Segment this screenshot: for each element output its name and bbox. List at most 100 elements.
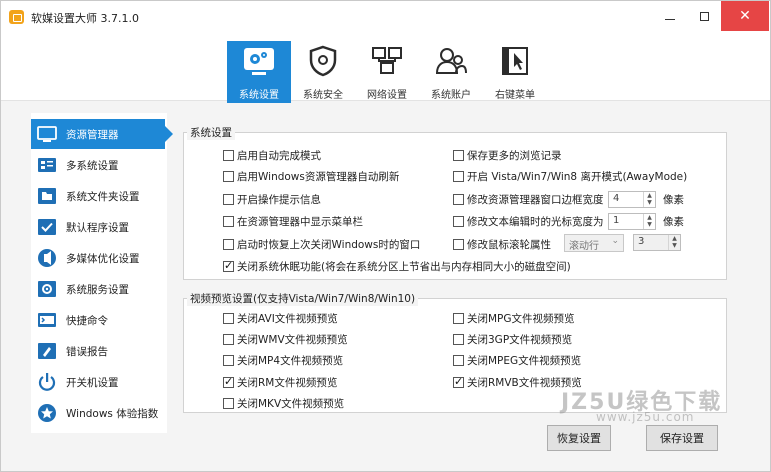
- checkbox[interactable]: [453, 216, 464, 227]
- folder-icon: [37, 186, 57, 206]
- option-label: 关闭RM文件视频预览: [237, 377, 338, 389]
- checkbox[interactable]: [223, 398, 234, 409]
- option-mouse-wheel[interactable]: 修改鼠标滚轮属性: [453, 237, 551, 252]
- tab-network-settings[interactable]: 网络设置: [355, 41, 419, 103]
- app-window: 软媒设置大师 3.7.1.0 ✕ 系统设置 系统安全 网络设置 系统账户 右键菜…: [0, 0, 771, 472]
- checkbox-checked[interactable]: [223, 259, 234, 272]
- option-avi-preview[interactable]: 关闭AVI文件视频预览: [223, 311, 338, 326]
- sidebar-item-command[interactable]: 快捷命令: [31, 305, 167, 335]
- wheel-mode-value: 滚动行: [569, 241, 599, 252]
- sidebar-item-service[interactable]: 系统服务设置: [31, 274, 167, 304]
- sidebar-item-power[interactable]: 开关机设置: [31, 367, 167, 397]
- explorer-icon: [37, 124, 57, 144]
- cursor-width-stepper[interactable]: 1 ▲ ▼: [608, 213, 656, 230]
- checkbox[interactable]: [453, 194, 464, 205]
- option-label: 启用自动完成模式: [237, 150, 321, 162]
- checkbox[interactable]: [453, 334, 464, 345]
- checkbox[interactable]: [453, 355, 464, 366]
- checkbox[interactable]: [223, 334, 234, 345]
- wheel-lines-value: 3: [638, 236, 645, 247]
- checkbox[interactable]: [223, 355, 234, 366]
- option-3gp-preview[interactable]: 关闭3GP文件视频预览: [453, 332, 572, 347]
- cursor-menu-icon: [497, 43, 533, 79]
- spin-arrows-icon[interactable]: ▲ ▼: [668, 235, 680, 250]
- option-rm-preview[interactable]: 关闭RM文件视频预览: [223, 375, 337, 390]
- minimize-button[interactable]: [653, 1, 687, 31]
- option-away-mode[interactable]: 开启 Vista/Win7/Win8 离开模式(AwayMode): [453, 169, 687, 184]
- sidebar-item-experience-index[interactable]: Windows 体验指数: [31, 398, 167, 428]
- option-mkv-preview[interactable]: 关闭MKV文件视频预览: [223, 396, 344, 411]
- sidebar-item-system-folder[interactable]: 系统文件夹设置: [31, 181, 167, 211]
- maximize-button[interactable]: [687, 1, 721, 31]
- option-show-menu-bar[interactable]: 在资源管理器中显示菜单栏: [223, 214, 363, 229]
- checkbox[interactable]: [223, 313, 234, 324]
- sidebar-item-multimedia[interactable]: 多媒体优化设置: [31, 243, 167, 273]
- option-cursor-width[interactable]: 修改文本编辑时的光标宽度为: [453, 214, 604, 229]
- tab-label: 系统账户: [431, 90, 471, 101]
- users-icon: [433, 43, 469, 79]
- window-title: 软媒设置大师 3.7.1.0: [31, 12, 139, 25]
- option-label: 关闭MP4文件视频预览: [237, 355, 344, 367]
- wheel-mode-select[interactable]: 滚动行 ⌄: [564, 234, 624, 252]
- cursor-width-unit: 像素: [663, 216, 684, 228]
- sidebar-item-multi-os[interactable]: 多系统设置: [31, 150, 167, 180]
- option-label: 开启操作提示信息: [237, 194, 321, 206]
- sidebar-item-label: 快捷命令: [66, 314, 108, 327]
- shield-icon: [305, 43, 341, 79]
- option-operation-tips[interactable]: 开启操作提示信息: [223, 192, 321, 207]
- checkbox[interactable]: [453, 313, 464, 324]
- sidebar-item-explorer[interactable]: 资源管理器: [31, 119, 173, 149]
- checkbox[interactable]: [453, 239, 464, 250]
- option-label: 关闭系统休眠功能(将会在系统分区上节省出与内存相同大小的磁盘空间): [237, 261, 571, 273]
- option-more-history[interactable]: 保存更多的浏览记录: [453, 148, 562, 163]
- border-width-stepper[interactable]: 4 ▲ ▼: [608, 191, 656, 208]
- option-mp4-preview[interactable]: 关闭MP4文件视频预览: [223, 353, 343, 368]
- option-restore-windows[interactable]: 启动时恢复上次关闭Windows时的窗口: [223, 237, 420, 252]
- sidebar-item-error-report[interactable]: 错误报告: [31, 336, 167, 366]
- close-button[interactable]: ✕: [721, 1, 769, 31]
- sidebar-item-label: 多媒体优化设置: [66, 252, 140, 265]
- system-settings-group-title: 系统设置: [187, 125, 235, 140]
- checkbox[interactable]: [223, 194, 234, 205]
- checkbox[interactable]: [223, 171, 234, 182]
- error-report-icon: [37, 341, 57, 361]
- experience-index-icon: [37, 403, 57, 423]
- tab-system-account[interactable]: 系统账户: [419, 41, 483, 103]
- checkbox-checked[interactable]: [223, 375, 234, 388]
- wheel-lines-stepper[interactable]: 3 ▲ ▼: [633, 234, 681, 251]
- watermark-url: www.jz5u.com: [596, 410, 695, 424]
- sidebar-item-default-program[interactable]: 默认程序设置: [31, 212, 167, 242]
- spin-arrows-icon[interactable]: ▲ ▼: [643, 214, 655, 229]
- option-border-width[interactable]: 修改资源管理器窗口边框宽度: [453, 192, 604, 207]
- border-width-unit: 像素: [663, 194, 684, 206]
- save-settings-button[interactable]: 保存设置: [646, 425, 718, 451]
- option-mpg-preview[interactable]: 关闭MPG文件视频预览: [453, 311, 575, 326]
- title-bar: 软媒设置大师 3.7.1.0 ✕: [1, 1, 770, 33]
- option-label: 关闭MPEG文件视频预览: [467, 355, 582, 367]
- sidebar-item-label: 资源管理器: [66, 128, 119, 141]
- option-mpeg-preview[interactable]: 关闭MPEG文件视频预览: [453, 353, 581, 368]
- tab-system-settings[interactable]: 系统设置: [227, 41, 291, 103]
- top-tab-bar: 系统设置 系统安全 网络设置 系统账户 右键菜单: [1, 33, 770, 103]
- option-disable-hibernate[interactable]: 关闭系统休眠功能(将会在系统分区上节省出与内存相同大小的磁盘空间): [223, 259, 571, 274]
- restore-settings-button[interactable]: 恢复设置: [547, 425, 611, 451]
- spin-arrows-icon[interactable]: ▲ ▼: [643, 192, 655, 207]
- checkbox[interactable]: [223, 239, 234, 250]
- checkbox[interactable]: [453, 171, 464, 182]
- checkbox[interactable]: [453, 150, 464, 161]
- checkbox-checked[interactable]: [453, 375, 464, 388]
- checkbox[interactable]: [223, 216, 234, 227]
- option-wmv-preview[interactable]: 关闭WMV文件视频预览: [223, 332, 348, 347]
- service-icon: [37, 279, 57, 299]
- option-auto-complete[interactable]: 启用自动完成模式: [223, 148, 321, 163]
- tab-context-menu[interactable]: 右键菜单: [483, 41, 547, 103]
- chevron-down-icon: ⌄: [611, 236, 619, 246]
- sidebar-item-label: 多系统设置: [66, 159, 119, 172]
- tab-system-security[interactable]: 系统安全: [291, 41, 355, 103]
- checkbox[interactable]: [223, 150, 234, 161]
- option-label: 修改资源管理器窗口边框宽度: [467, 194, 604, 206]
- option-explorer-auto-refresh[interactable]: 启用Windows资源管理器自动刷新: [223, 169, 399, 184]
- option-label: 启动时恢复上次关闭Windows时的窗口: [237, 239, 421, 251]
- option-label: 关闭MPG文件视频预览: [467, 313, 575, 325]
- command-icon: [37, 310, 57, 330]
